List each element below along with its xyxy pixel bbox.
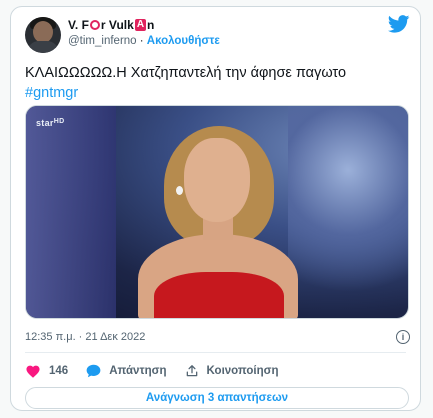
share-button[interactable]: Κοινοποίηση xyxy=(185,364,279,378)
author-name-part-1: V. F xyxy=(68,18,89,32)
author-handle[interactable]: @tim_inferno xyxy=(68,35,137,47)
avatar[interactable] xyxy=(25,17,61,53)
action-bar: 146 Απάντηση Κοινοποίηση xyxy=(25,363,296,379)
avatar-face xyxy=(33,21,53,43)
tweet-text: ΚΛΑΙΩΩΩΩΩ.Η Χατζηπαντελή την άφησε παγωτ… xyxy=(25,63,410,103)
ring-icon xyxy=(89,20,100,30)
red-dress xyxy=(154,272,284,318)
reply-button[interactable]: Απάντηση xyxy=(86,364,167,378)
hashtag-link[interactable]: #gntmgr xyxy=(25,83,410,103)
like-button[interactable]: 146 xyxy=(25,364,68,378)
avatar-body xyxy=(27,41,59,53)
author-name-glyph-a: A xyxy=(134,19,147,31)
tweet-media[interactable]: starHD xyxy=(25,105,409,319)
tweet-timestamp[interactable]: 12:35 π.μ. · 21 Δεκ 2022 xyxy=(25,331,145,343)
tweet-card: V. F r Vulk A n @tim_inferno · Ακολουθήσ… xyxy=(10,6,421,411)
info-icon[interactable]: i xyxy=(396,330,410,344)
divider xyxy=(25,352,406,353)
separator-dot: · xyxy=(139,35,147,47)
media-background-left xyxy=(26,106,116,318)
like-count: 146 xyxy=(49,365,69,377)
author-name-part-2: r Vulk xyxy=(100,18,134,32)
reply-bubble-icon xyxy=(86,364,101,378)
twitter-bird-icon[interactable] xyxy=(388,15,410,33)
heart-icon xyxy=(26,365,40,378)
share-icon xyxy=(186,365,197,377)
person-face xyxy=(184,138,250,222)
author-name[interactable]: V. F r Vulk A n xyxy=(68,18,154,32)
reply-label: Απάντηση xyxy=(109,365,167,377)
watermark-sub: HD xyxy=(53,118,65,125)
author-name-part-3: n xyxy=(147,18,155,32)
earring xyxy=(176,186,183,195)
read-replies-button[interactable]: Ανάγνωση 3 απαντήσεων xyxy=(25,387,409,409)
channel-watermark: starHD xyxy=(36,118,64,128)
tweet-body: ΚΛΑΙΩΩΩΩΩ.Η Χατζηπαντελή την άφησε παγωτ… xyxy=(25,65,347,81)
follow-link[interactable]: Ακολουθήστε xyxy=(147,35,220,47)
handle-row: @tim_inferno · Ακολουθήστε xyxy=(68,35,220,47)
media-background-right xyxy=(288,106,408,318)
watermark-main: star xyxy=(36,118,54,128)
share-label: Κοινοποίηση xyxy=(206,365,279,377)
